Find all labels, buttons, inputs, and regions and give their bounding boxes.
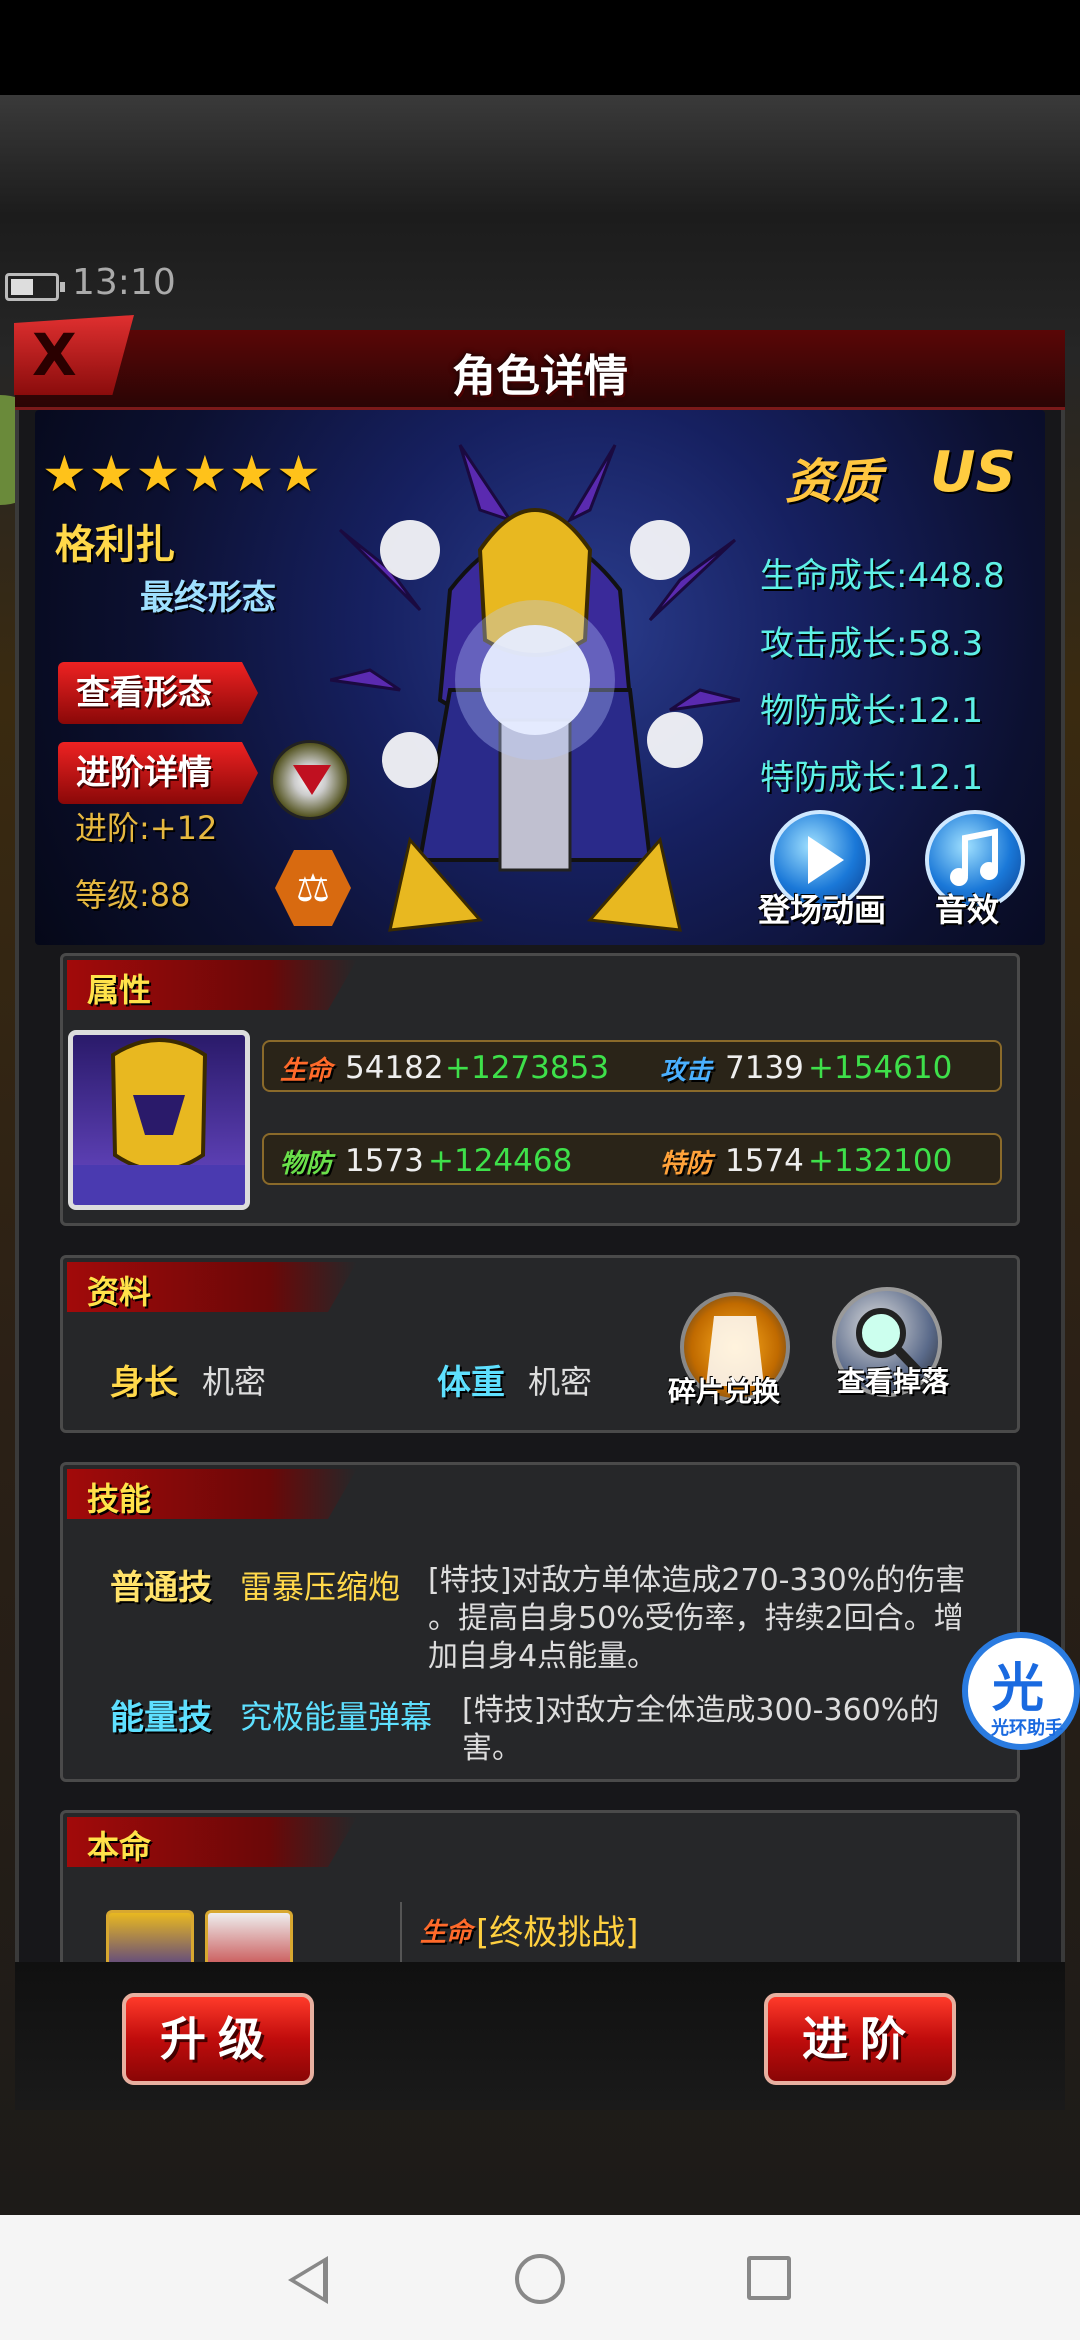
weight-value: 机密 bbox=[528, 1363, 593, 1401]
profile-title: 资料 bbox=[87, 1273, 152, 1311]
hp-growth: 生命成长:448.8 bbox=[760, 556, 1005, 596]
advance-level: 进阶:+12 bbox=[75, 809, 218, 847]
advance-button[interactable]: 进阶 bbox=[764, 1993, 956, 2085]
sdef-icon: 特防 bbox=[660, 1149, 713, 1179]
skills-tab: 技能 bbox=[67, 1469, 357, 1519]
entry-animation-label: 登场动画 bbox=[758, 891, 887, 929]
star-rating: ★★★★★★ bbox=[42, 445, 323, 503]
normal-skill-name: 雷暴压缩炮 bbox=[240, 1568, 401, 1606]
fate-skill-title: [终极挑战] bbox=[476, 1913, 639, 1953]
energy-skill-name: 究极能量弹幕 bbox=[240, 1698, 433, 1736]
sdef-growth: 特防成长:12.1 bbox=[760, 758, 984, 798]
hp-bonus: +1273853 bbox=[445, 1050, 610, 1086]
sdef-value: 1574 bbox=[725, 1143, 804, 1179]
sdef-bonus: +132100 bbox=[808, 1143, 953, 1179]
atk-growth: 攻击成长:58.3 bbox=[760, 624, 984, 664]
close-icon: X bbox=[32, 321, 77, 389]
battery-icon bbox=[5, 273, 65, 301]
quality-label: 资质 bbox=[785, 454, 882, 510]
advance-detail-button[interactable]: 进阶详情 bbox=[58, 742, 258, 804]
dialog-title: 角色详情 bbox=[452, 351, 628, 402]
energy-skill-desc: [特技]对敌方全体造成300-360%的 害。 bbox=[462, 1692, 939, 1768]
normal-skill-desc-line: 。提高自身50%受伤率，持续2回合。增 bbox=[428, 1601, 964, 1636]
fate-divider bbox=[400, 1902, 402, 1962]
hp-icon: 生命 bbox=[280, 1056, 333, 1086]
pdef-bonus: +124468 bbox=[428, 1143, 573, 1179]
pdef-value: 1573 bbox=[345, 1143, 424, 1179]
recents-icon[interactable] bbox=[747, 2256, 791, 2300]
atk-value: 7139 bbox=[725, 1050, 804, 1086]
shard-exchange-label: 碎片兑换 bbox=[668, 1375, 781, 1408]
screen: 13:10 角色详情 X ★★★★★★ 格利扎 最终形态 查看形态 进阶详情 进… bbox=[0, 0, 1080, 2340]
pdef-growth: 物防成长:12.1 bbox=[760, 691, 984, 731]
sound-label: 音效 bbox=[935, 891, 1000, 929]
fate-hp-icon: 生命 bbox=[420, 1918, 473, 1948]
normal-skill-kind: 普通技 bbox=[110, 1568, 212, 1608]
quality-value: US bbox=[930, 440, 1016, 505]
energy-skill-kind: 能量技 bbox=[110, 1698, 212, 1738]
pdef-icon: 物防 bbox=[280, 1149, 333, 1179]
energy-skill-desc-line: [特技]对敌方全体造成300-360%的 bbox=[462, 1693, 940, 1728]
view-drop-label: 查看掉落 bbox=[837, 1365, 950, 1398]
skills-title: 技能 bbox=[87, 1480, 152, 1518]
hero-portrait-image bbox=[73, 1038, 245, 1205]
hero-level: 等级:88 bbox=[75, 876, 191, 914]
home-icon[interactable] bbox=[515, 2254, 565, 2304]
status-time: 13:10 bbox=[72, 262, 176, 303]
normal-skill-desc-line: [特技]对敌方单体造成270-330%的伤害 bbox=[428, 1563, 966, 1598]
attributes-title: 属性 bbox=[87, 971, 152, 1009]
view-form-button[interactable]: 查看形态 bbox=[58, 662, 258, 724]
assistant-float-button[interactable]: 光 光环助手 bbox=[962, 1632, 1080, 1750]
hero-form: 最终形态 bbox=[140, 578, 276, 618]
fate-title: 本命 bbox=[87, 1828, 152, 1866]
hero-name: 格利扎 bbox=[55, 522, 175, 568]
energy-skill-desc-line: 害。 bbox=[462, 1731, 522, 1766]
fate-tab: 本命 bbox=[67, 1817, 357, 1867]
assistant-label: 光环助手 bbox=[991, 1718, 1063, 1739]
monster-artwork bbox=[330, 444, 740, 932]
atk-icon: 攻击 bbox=[660, 1056, 713, 1086]
weight-label: 体重 bbox=[437, 1363, 505, 1403]
normal-skill-desc: [特技]对敌方单体造成270-330%的伤害 。提高自身50%受伤率，持续2回合… bbox=[428, 1562, 965, 1676]
hero-portrait[interactable] bbox=[68, 1030, 250, 1210]
atk-bonus: +154610 bbox=[808, 1050, 953, 1086]
height-label: 身长 bbox=[110, 1363, 178, 1403]
profile-tab: 资料 bbox=[67, 1262, 357, 1312]
hp-value: 54182 bbox=[345, 1050, 444, 1086]
assistant-logo-icon: 光 bbox=[992, 1659, 1045, 1719]
attributes-tab: 属性 bbox=[67, 960, 357, 1010]
height-value: 机密 bbox=[202, 1363, 267, 1401]
normal-skill-desc-line: 加自身4点能量。 bbox=[428, 1639, 658, 1674]
back-icon[interactable] bbox=[288, 2256, 328, 2304]
top-black-band bbox=[0, 0, 1080, 95]
upgrade-button[interactable]: 升级 bbox=[122, 1993, 314, 2085]
